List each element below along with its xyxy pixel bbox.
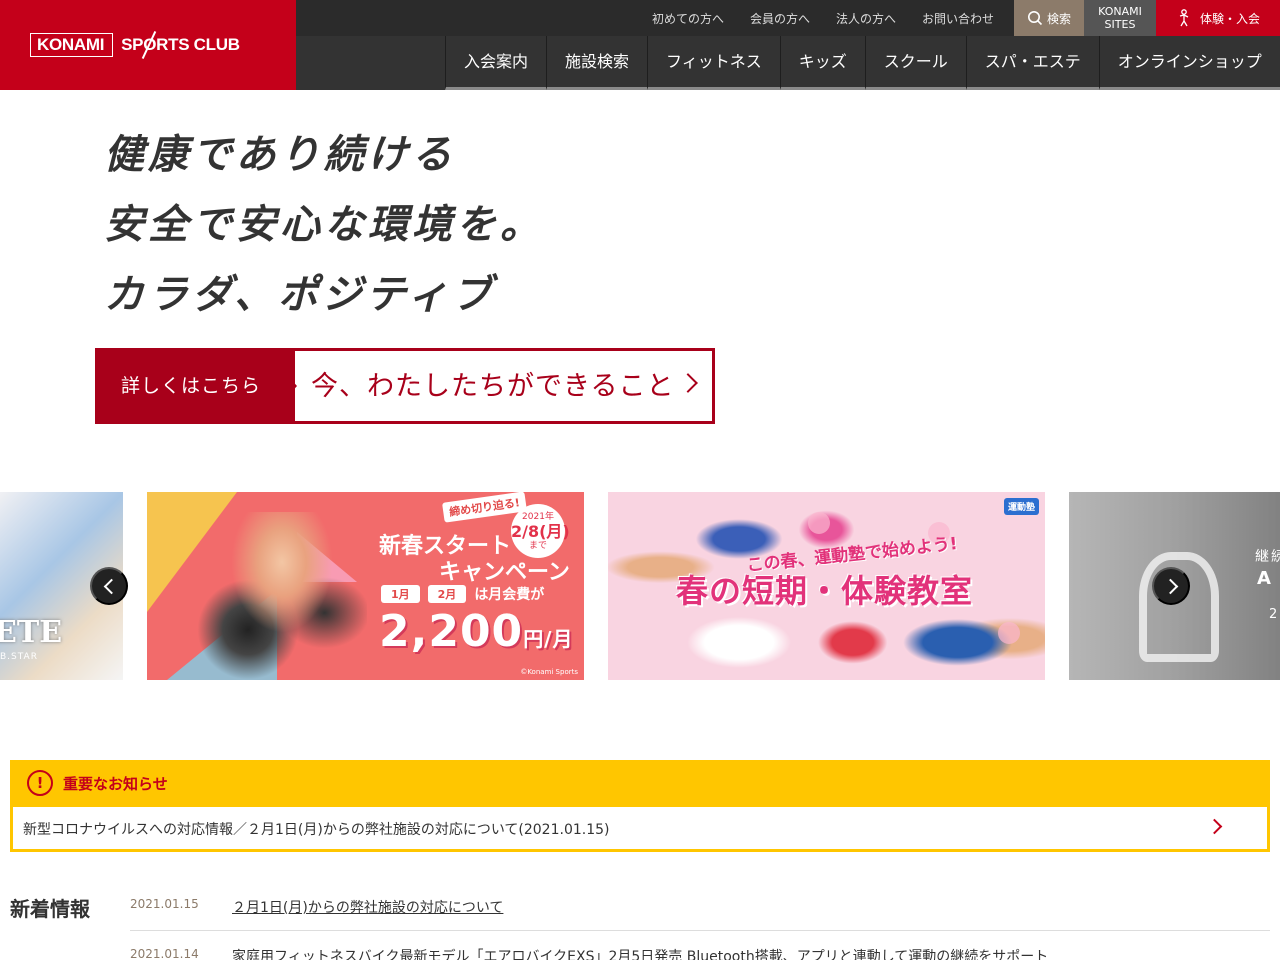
chevron-right-icon xyxy=(1206,818,1223,835)
sakura-decor xyxy=(998,622,1020,644)
nav-fitness[interactable]: フィットネス xyxy=(647,36,780,90)
link-corporate[interactable]: 法人の方へ xyxy=(836,10,896,27)
logo-konami: KONAMI xyxy=(30,33,114,57)
badge-year: 2021年 xyxy=(522,512,554,522)
news-item-link[interactable]: ２月1日(月)からの弊社施設の対応について xyxy=(232,897,503,917)
nav-membership[interactable]: 入会案内 xyxy=(445,36,547,90)
cta-main-label: 今、わたしたちができること xyxy=(311,371,675,402)
utility-bar: 初めての方へ 会員の方へ 法人の方へ お問い合わせ 検索 KONAMI SITE… xyxy=(296,0,1280,36)
month-2: 2月 xyxy=(427,585,467,603)
campaign-months: 1月 2月 は月会費が xyxy=(381,584,544,604)
news-divider xyxy=(130,930,1270,931)
nav-school[interactable]: スクール xyxy=(864,36,966,90)
sites-label-line1: KONAMI xyxy=(1098,5,1142,18)
badge-date: 2/8(月) xyxy=(511,522,570,541)
price-unit: 円/月 xyxy=(523,627,574,651)
link-members[interactable]: 会員の方へ xyxy=(750,10,810,27)
global-nav: 入会案内 施設検索 フィットネス キッズ スクール スパ・エステ オンラインショ… xyxy=(445,36,1280,90)
person-icon xyxy=(1179,9,1189,27)
price-value: 2,200 xyxy=(379,606,524,657)
alert-icon: ! xyxy=(27,770,53,796)
notice-item-text: 新型コロナウイルスへの対応情報／２月1日(月)からの弊社施設の対応について(20… xyxy=(23,822,610,838)
notice-item-link[interactable]: 新型コロナウイルスへの対応情報／２月1日(月)からの弊社施設の対応について(20… xyxy=(13,807,1267,849)
news-date: 2021.01.14 xyxy=(130,947,199,960)
konami-sports-club-logo[interactable]: KONAMI SPORTS CLUB xyxy=(30,30,240,60)
chevron-left-icon xyxy=(103,578,120,595)
link-contact[interactable]: お問い合わせ xyxy=(922,10,994,27)
news-item-link[interactable]: 家庭用フィットネスバイク最新モデル「エアロバイクEXS」2月5日発売 Bluet… xyxy=(232,946,1048,960)
hero-cta-button[interactable]: 詳しくはこちら 今、わたしたちができること xyxy=(95,348,715,424)
sakura-decor xyxy=(808,512,830,534)
konami-sites-button[interactable]: KONAMI SITES xyxy=(1084,0,1156,36)
nav-online-shop[interactable]: オンラインショップ xyxy=(1098,36,1280,90)
notice-header: ! 重要なお知らせ xyxy=(10,760,168,806)
trial-join-label: 体験・入会 xyxy=(1199,11,1260,26)
hero-line-2: 安全で安心な環境を。 xyxy=(104,202,544,248)
trial-join-button[interactable]: 体験・入会 xyxy=(1156,0,1280,36)
important-notice: ! 重要なお知らせ 新型コロナウイルスへの対応情報／２月1日(月)からの弊社施設… xyxy=(10,760,1270,852)
copyright: ©Konami Sports xyxy=(520,668,578,676)
hero-line-3: カラダ、ポジティブ xyxy=(104,272,496,318)
search-button[interactable]: 検索 xyxy=(1014,0,1084,36)
hero-line-1: 健康であり続ける xyxy=(104,132,456,178)
link-first-time[interactable]: 初めての方へ xyxy=(652,10,724,27)
site-header: KONAMI SPORTS CLUB 初めての方へ 会員の方へ 法人の方へ お問… xyxy=(0,0,1280,90)
campaign-people-image xyxy=(197,512,367,680)
cta-arrow-shape xyxy=(263,348,297,424)
campaign-price: 2,200円/月 xyxy=(379,606,574,657)
months-text: は月会費が xyxy=(474,587,545,603)
carousel-prev-button[interactable] xyxy=(90,567,128,605)
nav-facility-search[interactable]: 施設検索 xyxy=(546,36,648,90)
nav-spa-esthe[interactable]: スパ・エステ xyxy=(965,36,1099,90)
nav-kids[interactable]: キッズ xyxy=(779,36,865,90)
notice-title: 重要なお知らせ xyxy=(63,774,168,793)
search-icon xyxy=(1027,11,1043,26)
chevron-right-icon xyxy=(1162,578,1179,595)
chevron-right-icon xyxy=(678,373,698,393)
carousel-next-button[interactable] xyxy=(1152,567,1190,605)
search-label: 検索 xyxy=(1046,11,1071,26)
undojuku-logo: 運動塾 xyxy=(1003,498,1039,515)
month-1: 1月 xyxy=(381,585,420,603)
sites-label-line2: SITES xyxy=(1104,18,1136,31)
date-badge: 2021年 2/8(月) まで xyxy=(511,504,570,558)
carousel-slide-campaign[interactable]: 締め切り迫る! 2021年 2/8(月) まで 新春スタート キャンペーン 1月… xyxy=(147,492,584,680)
logo-area[interactable]: KONAMI SPORTS CLUB xyxy=(0,0,296,90)
news-heading: 新着情報 xyxy=(10,897,90,921)
logo-sports-club: SPORTS CLUB xyxy=(121,35,240,54)
kids-title-2: 春の短期・体験教室 xyxy=(676,572,974,610)
campaign-title-2: キャンペーン xyxy=(439,560,570,585)
badge-until: まで xyxy=(528,541,547,551)
news-date: 2021.01.15 xyxy=(130,897,199,911)
carousel-slide-kids-school[interactable]: 運動塾 この春、運動塾で始めよう! 春の短期・体験教室 xyxy=(608,492,1045,680)
